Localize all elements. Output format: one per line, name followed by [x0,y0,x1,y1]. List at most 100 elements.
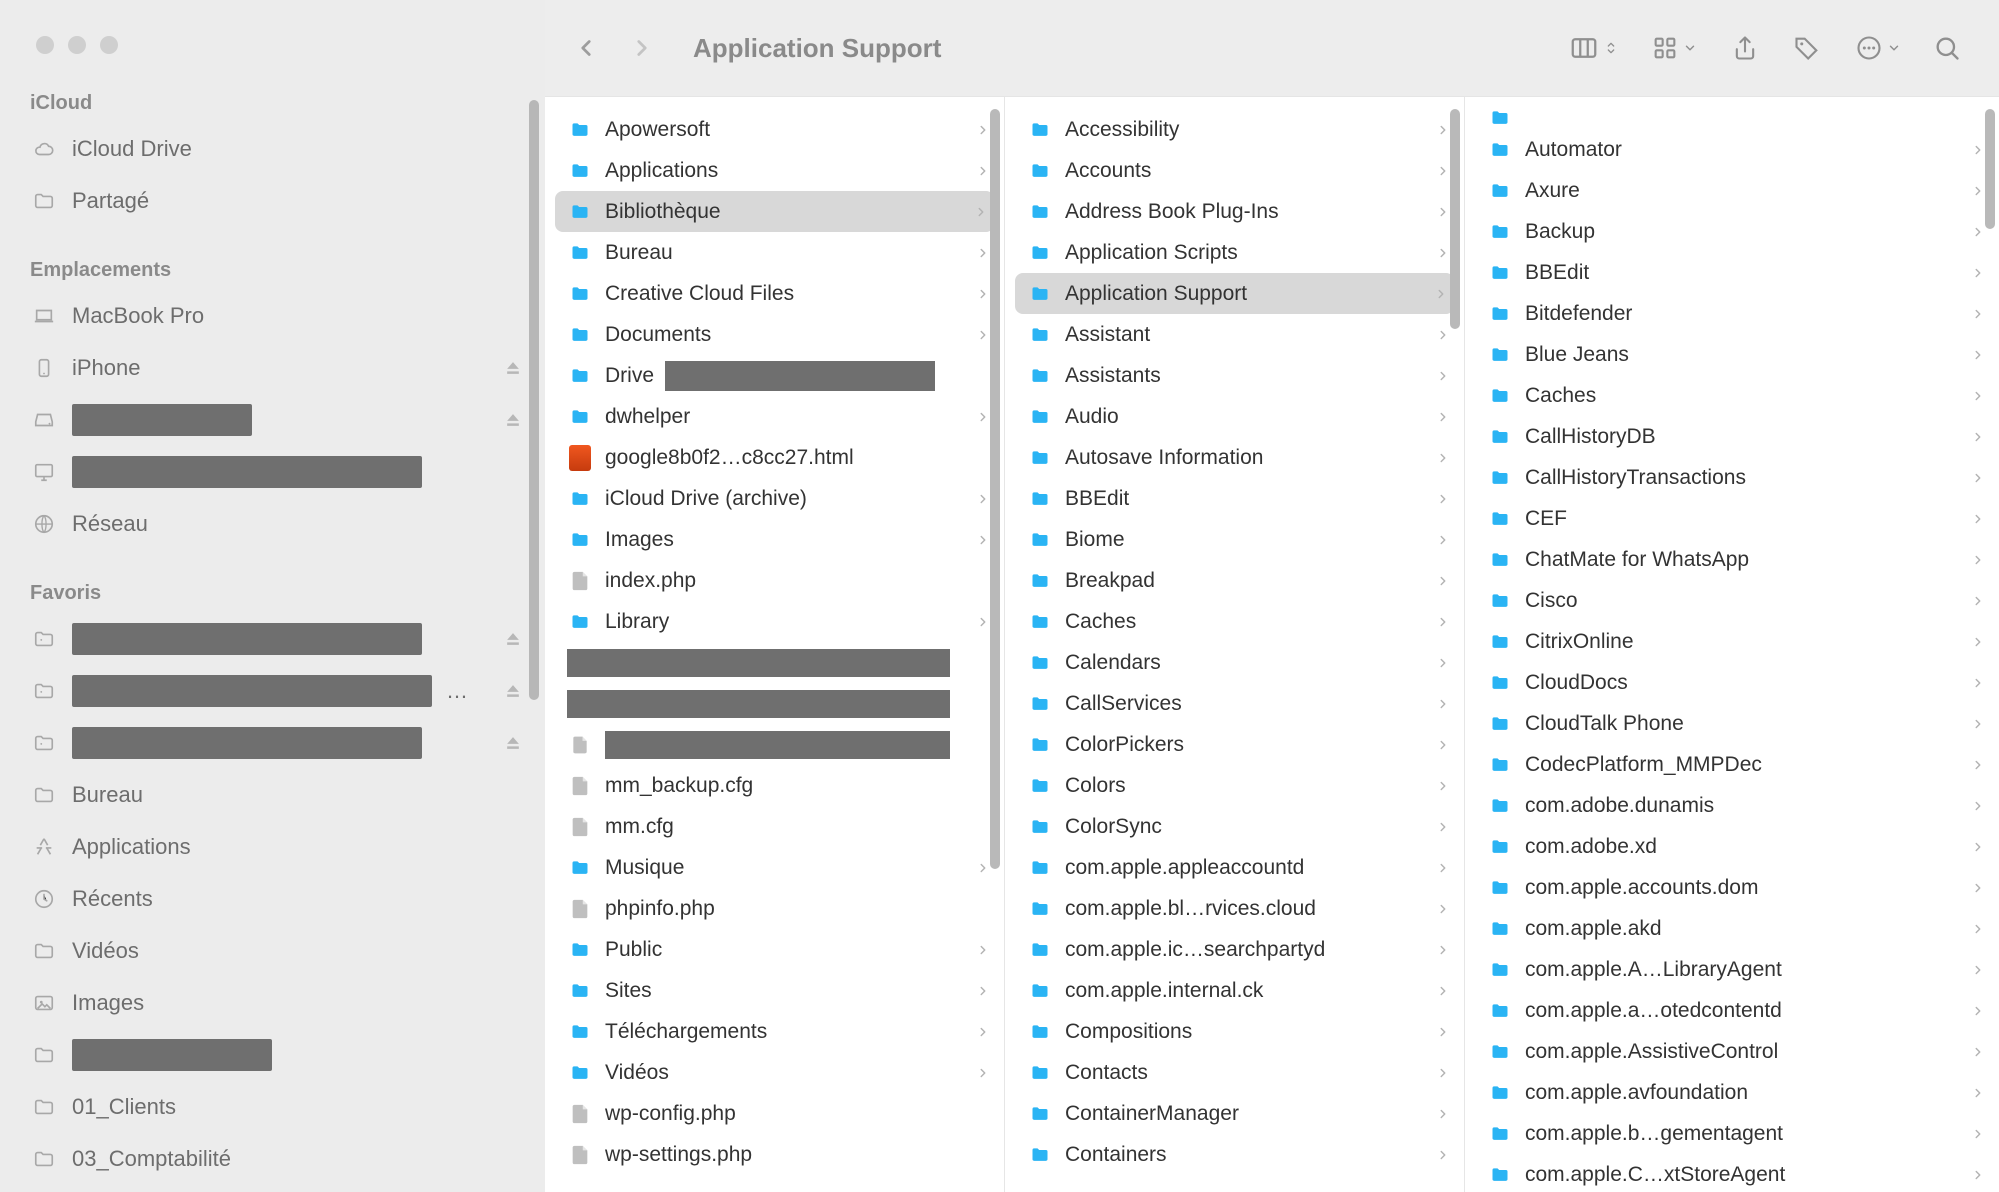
list-item[interactable]: BBEdit [1465,252,1999,293]
sidebar-item[interactable] [0,394,545,446]
list-item[interactable]: CallServices [1005,683,1464,724]
list-item[interactable]: Téléchargements [545,1011,1004,1052]
minimize-window-button[interactable] [68,36,86,54]
list-item[interactable]: Address Book Plug-Ins [1005,191,1464,232]
eject-icon[interactable] [503,733,525,753]
list-item[interactable]: com.apple.AssistiveControl [1465,1031,1999,1072]
list-item[interactable]: Creative Cloud Files [545,273,1004,314]
list-item[interactable]: Documents [545,314,1004,355]
list-item[interactable]: com.adobe.xd [1465,826,1999,867]
sidebar-item[interactable] [0,613,545,665]
sidebar-item[interactable]: Partagé [0,175,545,227]
list-item[interactable]: com.apple.C…xtStoreAgent [1465,1154,1999,1192]
list-item[interactable] [545,642,1004,683]
list-item[interactable]: google8b0f2…c8cc27.html [545,437,1004,478]
list-item[interactable]: Application Scripts [1005,232,1464,273]
list-item[interactable]: com.apple.ic…searchpartyd [1005,929,1464,970]
list-item[interactable]: Colors [1005,765,1464,806]
tags-button[interactable] [1793,34,1821,62]
list-item[interactable]: Accounts [1005,150,1464,191]
list-item[interactable]: CitrixOnline [1465,621,1999,662]
list-item[interactable]: Drive [545,355,1004,396]
column-scrollbar[interactable] [990,109,1000,869]
search-button[interactable] [1933,34,1961,62]
list-item[interactable]: Images [545,519,1004,560]
forward-button[interactable] [629,35,655,61]
list-item[interactable]: index.php [545,560,1004,601]
list-item[interactable]: com.apple.bl…rvices.cloud [1005,888,1464,929]
list-item[interactable]: Backup [1465,211,1999,252]
list-item[interactable]: Calendars [1005,642,1464,683]
list-item[interactable]: Vidéos [545,1052,1004,1093]
list-item[interactable]: ColorPickers [1005,724,1464,765]
list-item[interactable]: Bitdefender [1465,293,1999,334]
list-item[interactable]: CallHistoryTransactions [1465,457,1999,498]
list-item[interactable]: CallHistoryDB [1465,416,1999,457]
list-item[interactable]: com.apple.b…gementagent [1465,1113,1999,1154]
list-item[interactable]: CodecPlatform_MMPDec [1465,744,1999,785]
list-item[interactable]: Apowersoft [545,109,1004,150]
sidebar-item[interactable]: 03_Comptabilité [0,1133,545,1185]
list-item[interactable]: Audio [1005,396,1464,437]
list-item[interactable]: CloudTalk Phone [1465,703,1999,744]
share-button[interactable] [1731,34,1759,62]
list-item[interactable]: Accessibility [1005,109,1464,150]
list-item[interactable]: Bibliothèque [555,191,994,232]
list-item[interactable]: Application Support [1015,273,1454,314]
sidebar-item[interactable]: Applications [0,821,545,873]
eject-icon[interactable] [503,629,525,649]
list-item[interactable]: Biome [1005,519,1464,560]
list-item[interactable]: CloudDocs [1465,662,1999,703]
list-item[interactable]: Containers [1005,1134,1464,1175]
list-item[interactable]: dwhelper [545,396,1004,437]
list-item[interactable]: Applications [545,150,1004,191]
sidebar-scrollbar[interactable] [529,100,539,700]
list-item[interactable]: Musique [545,847,1004,888]
list-item[interactable]: CEF [1465,498,1999,539]
list-item[interactable]: ChatMate for WhatsApp [1465,539,1999,580]
back-button[interactable] [573,35,599,61]
list-item[interactable]: Public [545,929,1004,970]
list-item[interactable]: Cisco [1465,580,1999,621]
list-item[interactable]: com.apple.accounts.dom [1465,867,1999,908]
list-item[interactable]: ColorSync [1005,806,1464,847]
list-item[interactable]: Caches [1005,601,1464,642]
view-columns-button[interactable] [1569,33,1619,63]
sidebar-item[interactable]: 01_Clients [0,1081,545,1133]
list-item[interactable]: Breakpad [1005,560,1464,601]
list-item[interactable]: com.apple.avfoundation [1465,1072,1999,1113]
sidebar-item[interactable]: Vidéos [0,925,545,977]
list-item[interactable]: Library [545,601,1004,642]
list-item[interactable]: Bureau [545,232,1004,273]
sidebar-item[interactable]: Réseau [0,498,545,550]
sidebar-item[interactable]: MacBook Pro [0,290,545,342]
zoom-window-button[interactable] [100,36,118,54]
list-item[interactable]: Blue Jeans [1465,334,1999,375]
eject-icon[interactable] [503,410,525,430]
sidebar-item[interactable]: iPhone [0,342,545,394]
list-item[interactable]: Autosave Information [1005,437,1464,478]
list-item[interactable]: Compositions [1005,1011,1464,1052]
list-item[interactable]: com.apple.a…otedcontentd [1465,990,1999,1031]
eject-icon[interactable] [503,358,525,378]
sidebar-item[interactable] [0,446,545,498]
list-item[interactable]: com.apple.A…LibraryAgent [1465,949,1999,990]
list-item[interactable]: BBEdit [1005,478,1464,519]
sidebar-item[interactable]: … [0,665,545,717]
sidebar-item[interactable]: iCloud Drive [0,123,545,175]
list-item[interactable]: ContainerManager [1005,1093,1464,1134]
list-item[interactable]: Assistants [1005,355,1464,396]
list-item[interactable]: Caches [1465,375,1999,416]
list-item[interactable]: wp-settings.php [545,1134,1004,1175]
list-item[interactable]: Sites [545,970,1004,1011]
list-item[interactable] [545,683,1004,724]
list-item[interactable]: com.apple.internal.ck [1005,970,1464,1011]
column-scrollbar[interactable] [1450,109,1460,329]
eject-icon[interactable] [503,681,525,701]
list-item[interactable]: phpinfo.php [545,888,1004,929]
list-item[interactable]: iCloud Drive (archive) [545,478,1004,519]
list-item[interactable] [1465,109,1999,129]
list-item[interactable]: mm_backup.cfg [545,765,1004,806]
list-item[interactable]: Automator [1465,129,1999,170]
list-item[interactable] [545,724,1004,765]
